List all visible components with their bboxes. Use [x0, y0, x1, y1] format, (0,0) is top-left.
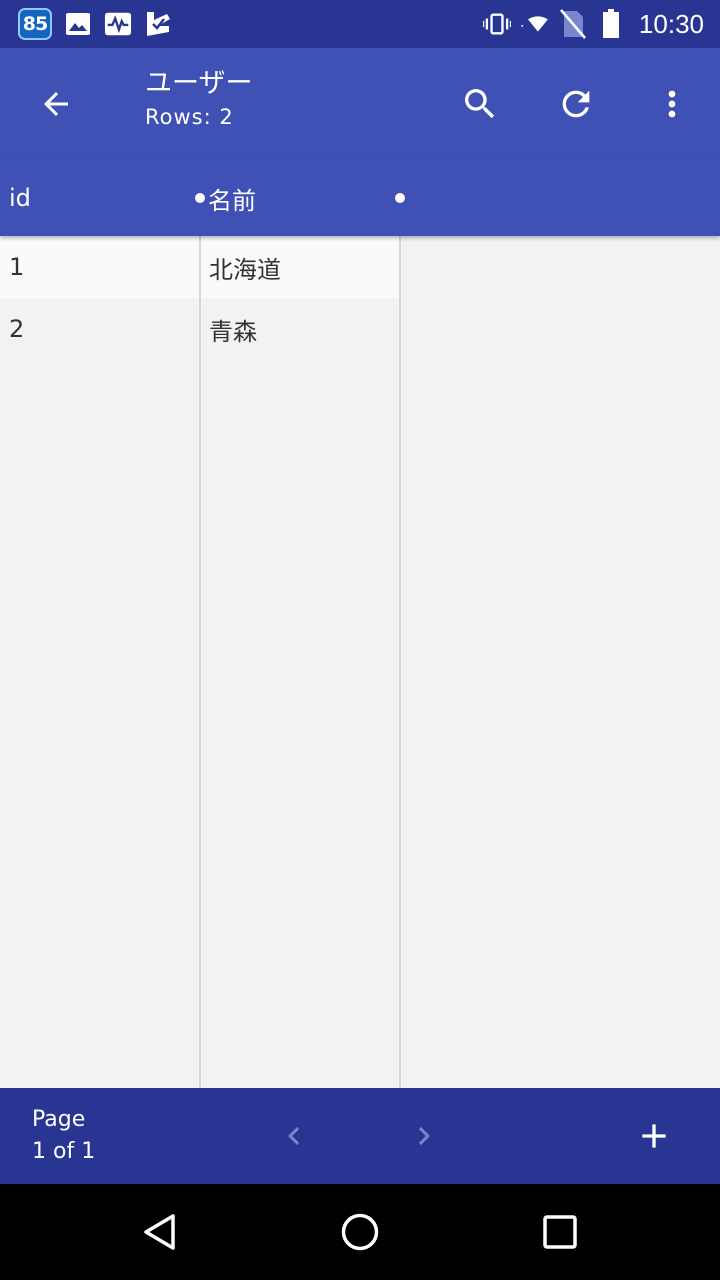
- table-header: id 名前: [0, 160, 720, 236]
- cell-name[interactable]: 北海道: [209, 236, 281, 298]
- row-count: Rows: 2: [145, 105, 234, 129]
- check-icon: [144, 10, 172, 38]
- column-header-name[interactable]: 名前: [208, 160, 256, 236]
- page-indicator: Page 1 of 1: [32, 1104, 95, 1168]
- nav-recents-icon[interactable]: [532, 1204, 588, 1260]
- app-bar: ユーザー Rows: 2: [0, 48, 720, 160]
- column-divider: [399, 236, 401, 1088]
- cell-name[interactable]: 青森: [209, 298, 257, 360]
- page-title: ユーザー: [145, 68, 253, 99]
- page-label: Page: [32, 1107, 86, 1132]
- notification-count-badge: 85: [18, 8, 52, 40]
- system-nav-bar: [0, 1184, 720, 1280]
- wifi-icon: [520, 10, 549, 38]
- image-icon: [64, 10, 92, 38]
- page-position: 1 of 1: [32, 1139, 96, 1164]
- nav-home-icon[interactable]: [332, 1204, 388, 1260]
- status-time: 10:30: [638, 8, 704, 39]
- next-page-icon[interactable]: [396, 1108, 452, 1164]
- battery-icon: [597, 9, 625, 38]
- nav-back-icon[interactable]: [132, 1204, 188, 1260]
- activity-icon: [104, 10, 132, 38]
- no-sim-icon: [559, 9, 587, 39]
- column-divider: [199, 236, 201, 1088]
- refresh-icon[interactable]: [548, 76, 604, 132]
- column-resize-handle[interactable]: [195, 193, 205, 203]
- column-resize-handle[interactable]: [395, 193, 405, 203]
- search-icon[interactable]: [452, 76, 508, 132]
- table-body: 1 北海道 2 青森: [0, 236, 720, 1088]
- vibrate-icon: [482, 10, 511, 38]
- column-header-id[interactable]: id: [9, 160, 31, 236]
- title-block: ユーザー Rows: 2: [145, 66, 252, 132]
- more-vert-icon[interactable]: [644, 76, 700, 132]
- cell-id[interactable]: 1: [9, 236, 24, 298]
- add-icon[interactable]: [626, 1108, 682, 1164]
- cell-id[interactable]: 2: [9, 298, 24, 360]
- back-arrow-icon[interactable]: [28, 76, 84, 132]
- previous-page-icon[interactable]: [266, 1108, 322, 1164]
- status-bar: 85 10:30: [0, 0, 720, 48]
- pagination-bar: Page 1 of 1: [0, 1088, 720, 1184]
